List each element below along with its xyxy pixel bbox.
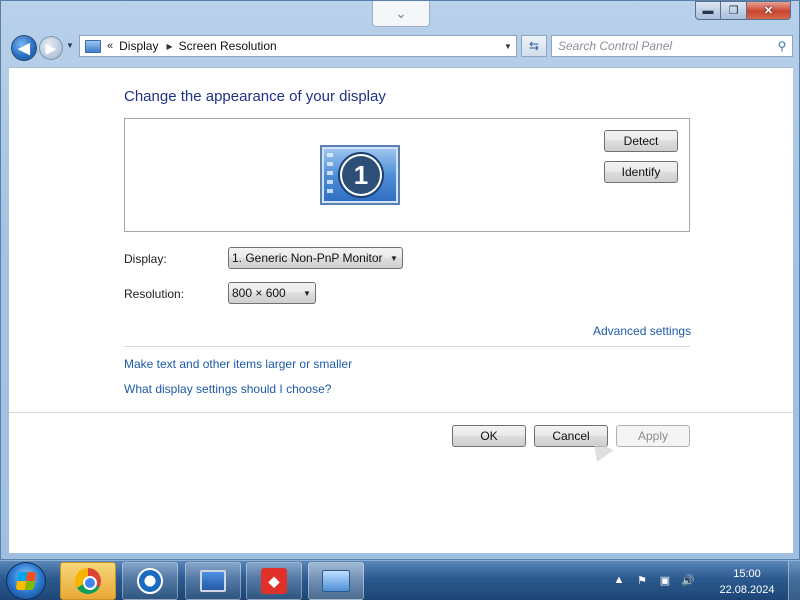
taskbar-control-panel[interactable] <box>308 562 364 600</box>
control-panel-icon <box>85 39 101 53</box>
history-dropdown-icon[interactable]: ▼ <box>66 41 74 50</box>
forward-button[interactable]: ▶ <box>39 36 63 60</box>
network-icon[interactable]: ▣ <box>658 573 672 587</box>
ok-button[interactable]: OK <box>452 425 526 447</box>
search-icon[interactable]: ⚲ <box>772 39 792 53</box>
monitor-number-badge: 1 <box>338 152 384 198</box>
taskbar: ◆ ▲ ⚑ ▣ 🔊 15:00 22.08.2024 <box>0 560 800 600</box>
advanced-settings-link[interactable]: Advanced settings <box>593 324 691 338</box>
monitor-thumbnail[interactable]: 1 <box>320 145 400 205</box>
clock-time: 15:00 <box>733 568 761 580</box>
identify-button[interactable]: Identify <box>604 161 678 183</box>
divider <box>124 346 690 347</box>
taskbar-chrome[interactable] <box>60 562 116 600</box>
dropdown-arrow-icon: ▼ <box>390 253 398 263</box>
show-desktop-button[interactable] <box>788 561 800 600</box>
monitor-arrangement-panel: 1 Detect Identify <box>124 118 690 232</box>
maximize-button[interactable]: ❐ <box>721 1 747 20</box>
dropdown-arrow-icon: ▼ <box>303 288 311 298</box>
volume-icon[interactable]: 🔊 <box>681 573 695 587</box>
resolution-label: Resolution: <box>124 287 185 301</box>
monitor-app-icon <box>200 570 226 592</box>
monitor-number: 1 <box>342 156 380 194</box>
breadcrumb-screen-resolution[interactable]: Screen Resolution <box>179 39 277 53</box>
search-box[interactable]: Search Control Panel ⚲ <box>551 35 793 57</box>
text-size-link[interactable]: Make text and other items larger or smal… <box>124 357 352 371</box>
detect-button[interactable]: Detect <box>604 130 678 152</box>
divider <box>9 412 793 413</box>
display-help-link[interactable]: What display settings should I choose? <box>124 382 331 396</box>
refresh-button[interactable]: ⇆ <box>521 35 547 57</box>
taskbar-app-2[interactable] <box>122 562 178 600</box>
clock[interactable]: 15:00 22.08.2024 <box>716 566 778 598</box>
minimize-button[interactable]: ▬ <box>695 1 721 20</box>
taskbar-anydesk[interactable]: ◆ <box>246 562 302 600</box>
content-pane: Change the appearance of your display 1 … <box>9 67 793 553</box>
navigation-bar: ◀ ▶ ▼ « Display ▶ Screen Resolution ▼ ⇆ … <box>9 33 793 61</box>
apply-button[interactable]: Apply <box>616 425 690 447</box>
back-button[interactable]: ◀ <box>11 35 37 61</box>
anydesk-icon: ◆ <box>261 568 287 594</box>
resolution-select-value: 800 × 600 <box>232 286 286 300</box>
address-bar[interactable]: « Display ▶ Screen Resolution ▼ <box>79 35 517 57</box>
taskbar-app-3[interactable] <box>185 562 241 600</box>
show-hidden-icons-icon[interactable]: ▲ <box>612 573 626 587</box>
windows-logo-icon <box>15 572 37 590</box>
caption-buttons: ▬ ❐ ✕ <box>695 1 791 20</box>
search-input[interactable]: Search Control Panel <box>552 39 772 53</box>
desktop-icons-decoration <box>327 153 333 197</box>
resolution-select[interactable]: 800 × 600 ▼ <box>228 282 316 304</box>
clock-date: 22.08.2024 <box>719 584 775 596</box>
app-triangle-icon <box>137 568 163 594</box>
control-panel-icon <box>322 570 350 592</box>
breadcrumb-display[interactable]: Display <box>119 39 158 53</box>
close-button[interactable]: ✕ <box>747 1 791 20</box>
chrome-icon <box>75 568 101 594</box>
chevron-down-icon[interactable]: ⌄ <box>372 1 430 27</box>
display-select[interactable]: 1. Generic Non-PnP Monitor ▼ <box>228 247 403 269</box>
start-button[interactable] <box>6 562 46 600</box>
system-tray: ▲ ⚑ ▣ 🔊 <box>612 573 695 587</box>
breadcrumb-overflow-icon[interactable]: « <box>107 40 113 52</box>
breadcrumb-separator-icon[interactable]: ▶ <box>166 42 172 51</box>
address-dropdown-icon[interactable]: ▼ <box>500 36 516 56</box>
display-label: Display: <box>124 252 167 266</box>
control-panel-window: ⌄ ▬ ❐ ✕ ◀ ▶ ▼ « Display ▶ Screen Resolut… <box>0 0 800 560</box>
action-center-flag-icon[interactable]: ⚑ <box>635 573 649 587</box>
page-title: Change the appearance of your display <box>124 88 386 105</box>
display-select-value: 1. Generic Non-PnP Monitor <box>232 251 383 265</box>
